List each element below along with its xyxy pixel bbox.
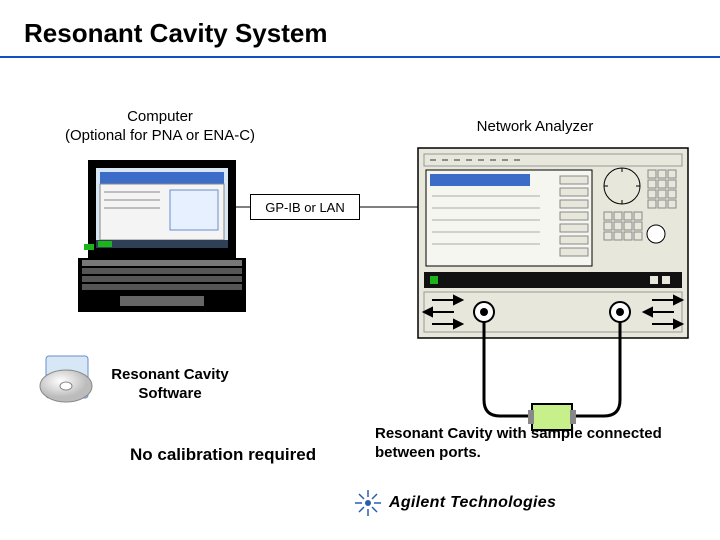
connection-label: GP-IB or LAN	[250, 194, 360, 220]
spark-icon	[355, 490, 381, 516]
cd-icon	[0, 0, 720, 540]
brand-text: Agilent Technologies	[389, 494, 556, 512]
brand-logo: Agilent Technologies	[355, 490, 556, 516]
